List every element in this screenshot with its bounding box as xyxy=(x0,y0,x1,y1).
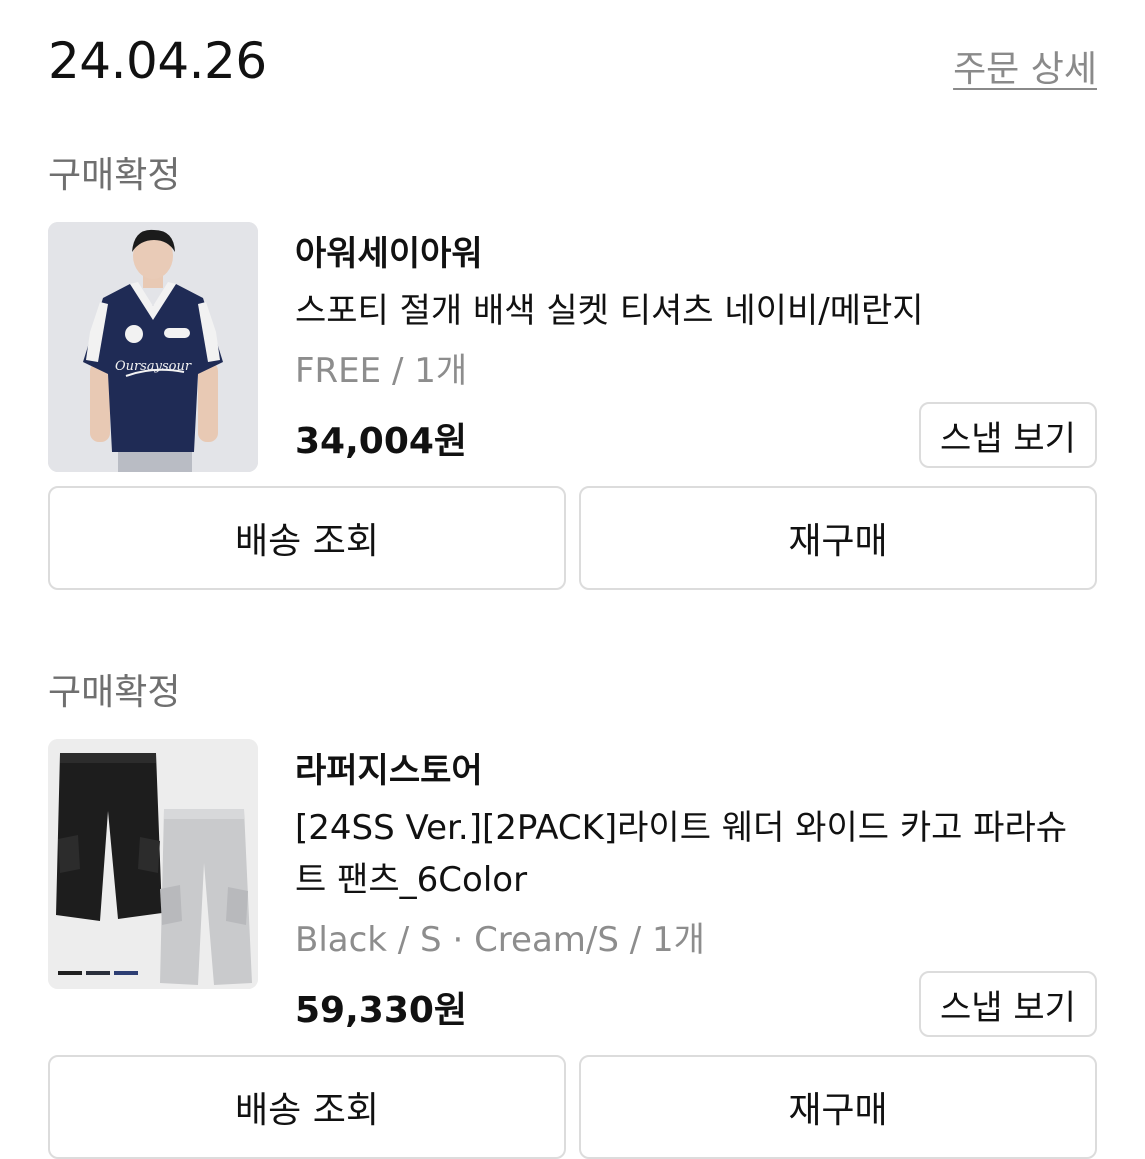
snap-view-button[interactable]: 스냅 보기 xyxy=(919,971,1097,1037)
product-price: 59,330원 xyxy=(295,990,468,1031)
product-info: 라퍼지스토어 [24SS Ver.][2PACK]라이트 웨더 와이드 카고 파… xyxy=(295,743,1097,966)
track-delivery-button[interactable]: 배송 조회 xyxy=(48,486,566,590)
order-actions: 배송 조회 재구매 xyxy=(48,486,1097,590)
order-actions: 배송 조회 재구매 xyxy=(48,1055,1097,1159)
order-status: 구매확정 xyxy=(48,672,181,713)
product-thumbnail[interactable] xyxy=(48,739,258,989)
brand-name[interactable]: 아워세이아워 xyxy=(295,226,1097,275)
snap-view-button[interactable]: 스냅 보기 xyxy=(919,402,1097,468)
product-price: 34,004원 xyxy=(295,421,468,462)
brand-name[interactable]: 라퍼지스토어 xyxy=(295,743,1097,792)
order-header: 24.04.26 주문 상세 xyxy=(48,32,1097,92)
product-thumbnail[interactable]: Oursaysour xyxy=(48,222,258,472)
tshirt-model-image: Oursaysour xyxy=(48,222,258,472)
product-options: FREE / 1개 xyxy=(295,351,468,391)
order-date: 24.04.26 xyxy=(48,32,267,90)
cargo-pants-image xyxy=(48,739,258,989)
product-info: 아워세이아워 스포티 절개 배색 실켓 티셔츠 네이비/메란지 FREE / 1… xyxy=(295,226,1097,397)
product-options: Black / S · Cream/S / 1개 xyxy=(295,920,705,960)
product-name[interactable]: [24SS Ver.][2PACK]라이트 웨더 와이드 카고 파라슈트 팬츠_… xyxy=(295,802,1097,906)
product-name[interactable]: 스포티 절개 배색 실켓 티셔츠 네이비/메란지 xyxy=(295,285,1097,337)
order-detail-link[interactable]: 주문 상세 xyxy=(953,40,1097,92)
rebuy-button[interactable]: 재구매 xyxy=(579,1055,1097,1159)
order-item: 구매확정 Oursaysour 아워세이아워 스포티 절개 배색 실켓 티셔츠 … xyxy=(48,146,1097,592)
rebuy-button[interactable]: 재구매 xyxy=(579,486,1097,590)
order-item: 구매확정 라퍼지스토어 [24SS Ver.][2PACK]라이트 웨더 와이드… xyxy=(48,663,1097,1159)
track-delivery-button[interactable]: 배송 조회 xyxy=(48,1055,566,1159)
order-status: 구매확정 xyxy=(48,155,181,196)
